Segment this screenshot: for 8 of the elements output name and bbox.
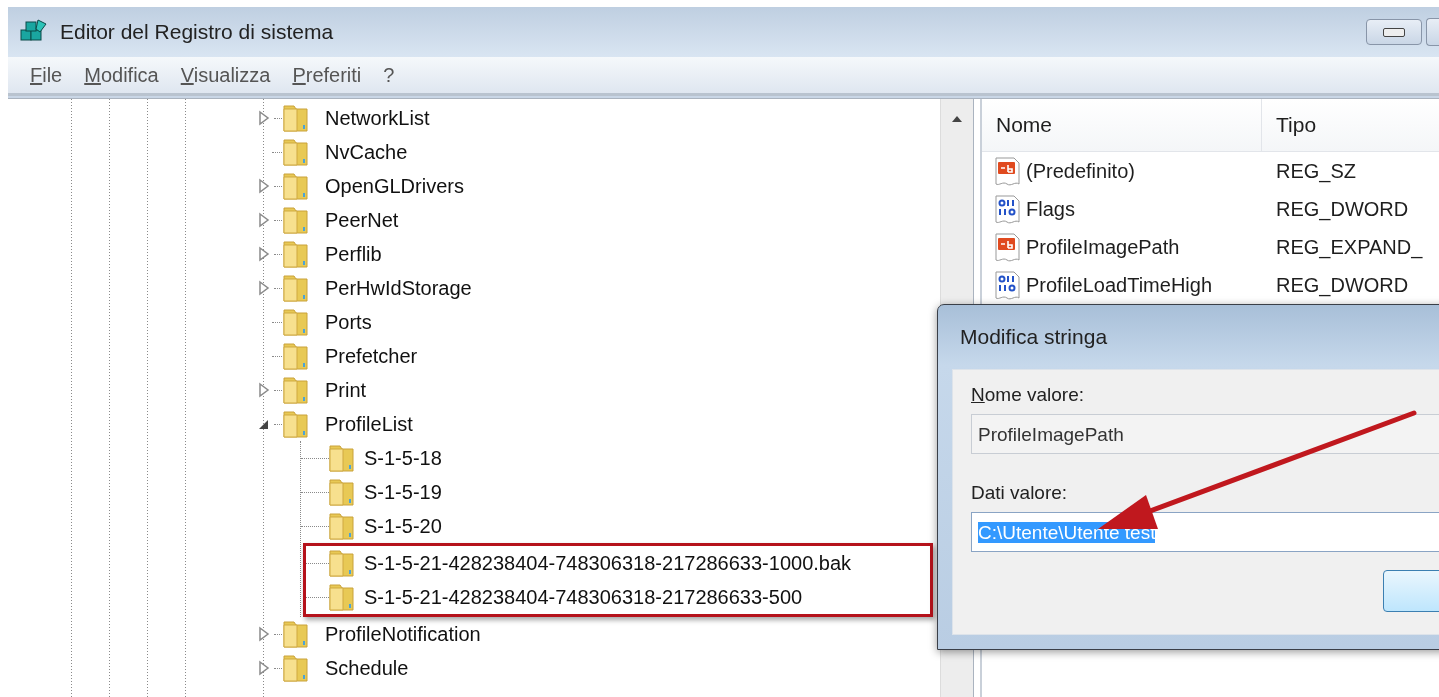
field-label: Dati valore: <box>971 482 1069 504</box>
value-type: REG_EXPAND_ <box>1275 235 1423 259</box>
value-type: REG_SZ <box>1275 159 1357 183</box>
field-label: Nome valore: <box>971 384 1085 406</box>
window-title: Editor del Registro di sistema <box>60 20 335 44</box>
dialog-title: Modifica stringa <box>959 324 1109 350</box>
value-type: REG_DWORD <box>1275 197 1409 221</box>
value-type: REG_DWORD <box>1275 273 1409 297</box>
